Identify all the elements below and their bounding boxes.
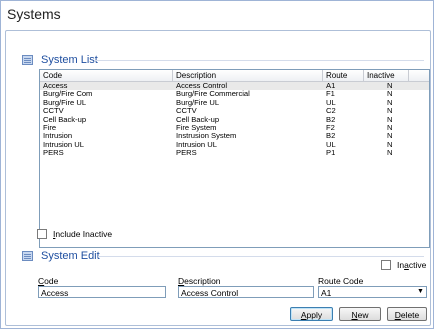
table-row[interactable]: Intrusion UL Intrusion UL UL N bbox=[40, 140, 429, 149]
table-row[interactable]: Burg/Fire UL Burg/Fire UL UL N bbox=[40, 98, 429, 107]
cell-inactive: N bbox=[387, 148, 393, 158]
description-label: Description bbox=[178, 276, 221, 286]
include-inactive-option[interactable]: Include Inactive bbox=[37, 229, 112, 239]
cell-code: PERS bbox=[43, 148, 64, 158]
route-code-value: A1 bbox=[321, 288, 332, 298]
chevron-down-icon[interactable]: ▼ bbox=[416, 288, 425, 296]
systems-window: Systems System List Code Description Rou… bbox=[0, 0, 434, 329]
inactive-checkbox[interactable] bbox=[381, 260, 391, 270]
inactive-option[interactable]: Inactive bbox=[381, 260, 426, 270]
include-inactive-label: Include Inactive bbox=[53, 229, 113, 239]
apply-button[interactable]: Apply bbox=[290, 307, 333, 321]
grid-header: Code Description Route Inactive bbox=[40, 70, 429, 82]
inactive-label: Inactive bbox=[397, 260, 427, 270]
grid-rows: Access Access Control A1 N Burg/Fire Com Burg… bbox=[40, 81, 429, 158]
system-edit-header: System Edit bbox=[22, 250, 100, 262]
systems-panel: System List Code Description Route Inact… bbox=[5, 30, 431, 326]
table-row[interactable]: Intrusion Instrusion System B2 N bbox=[40, 131, 429, 140]
edit-form-icon bbox=[22, 251, 33, 261]
divider bbox=[98, 256, 424, 257]
description-input[interactable]: Access Control bbox=[178, 286, 314, 298]
route-code-select[interactable]: A1 ▼ bbox=[318, 286, 427, 298]
new-button[interactable]: New bbox=[339, 307, 381, 321]
column-header-code[interactable]: Code bbox=[40, 70, 173, 81]
table-row[interactable]: PERS PERS P1 N bbox=[40, 148, 429, 158]
window-title: Systems bbox=[7, 6, 61, 22]
system-list-grid[interactable]: Code Description Route Inactive Access Ac… bbox=[39, 69, 430, 248]
system-edit-label: System Edit bbox=[41, 250, 100, 262]
delete-button[interactable]: Delete bbox=[387, 307, 427, 321]
code-label: Code bbox=[38, 276, 59, 286]
table-row[interactable]: CCTV CCTV C2 N bbox=[40, 106, 429, 115]
code-input[interactable]: Access bbox=[38, 286, 166, 298]
list-icon bbox=[22, 55, 33, 65]
column-header-description[interactable]: Description bbox=[173, 70, 323, 81]
include-inactive-checkbox[interactable] bbox=[37, 229, 47, 239]
system-list-label: System List bbox=[41, 54, 98, 66]
cell-route: P1 bbox=[326, 148, 336, 158]
column-header-inactive[interactable]: Inactive bbox=[364, 70, 409, 81]
cell-description: PERS bbox=[176, 148, 197, 158]
table-row[interactable]: Burg/Fire Com Burg/Fire Commercial F1 N bbox=[40, 89, 429, 98]
column-header-route[interactable]: Route bbox=[323, 70, 364, 81]
divider bbox=[94, 60, 424, 61]
route-code-label: Route Code bbox=[318, 276, 364, 286]
table-row[interactable]: Cell Back-up Cell Back-up B2 N bbox=[40, 115, 429, 124]
system-list-header: System List bbox=[22, 54, 98, 66]
